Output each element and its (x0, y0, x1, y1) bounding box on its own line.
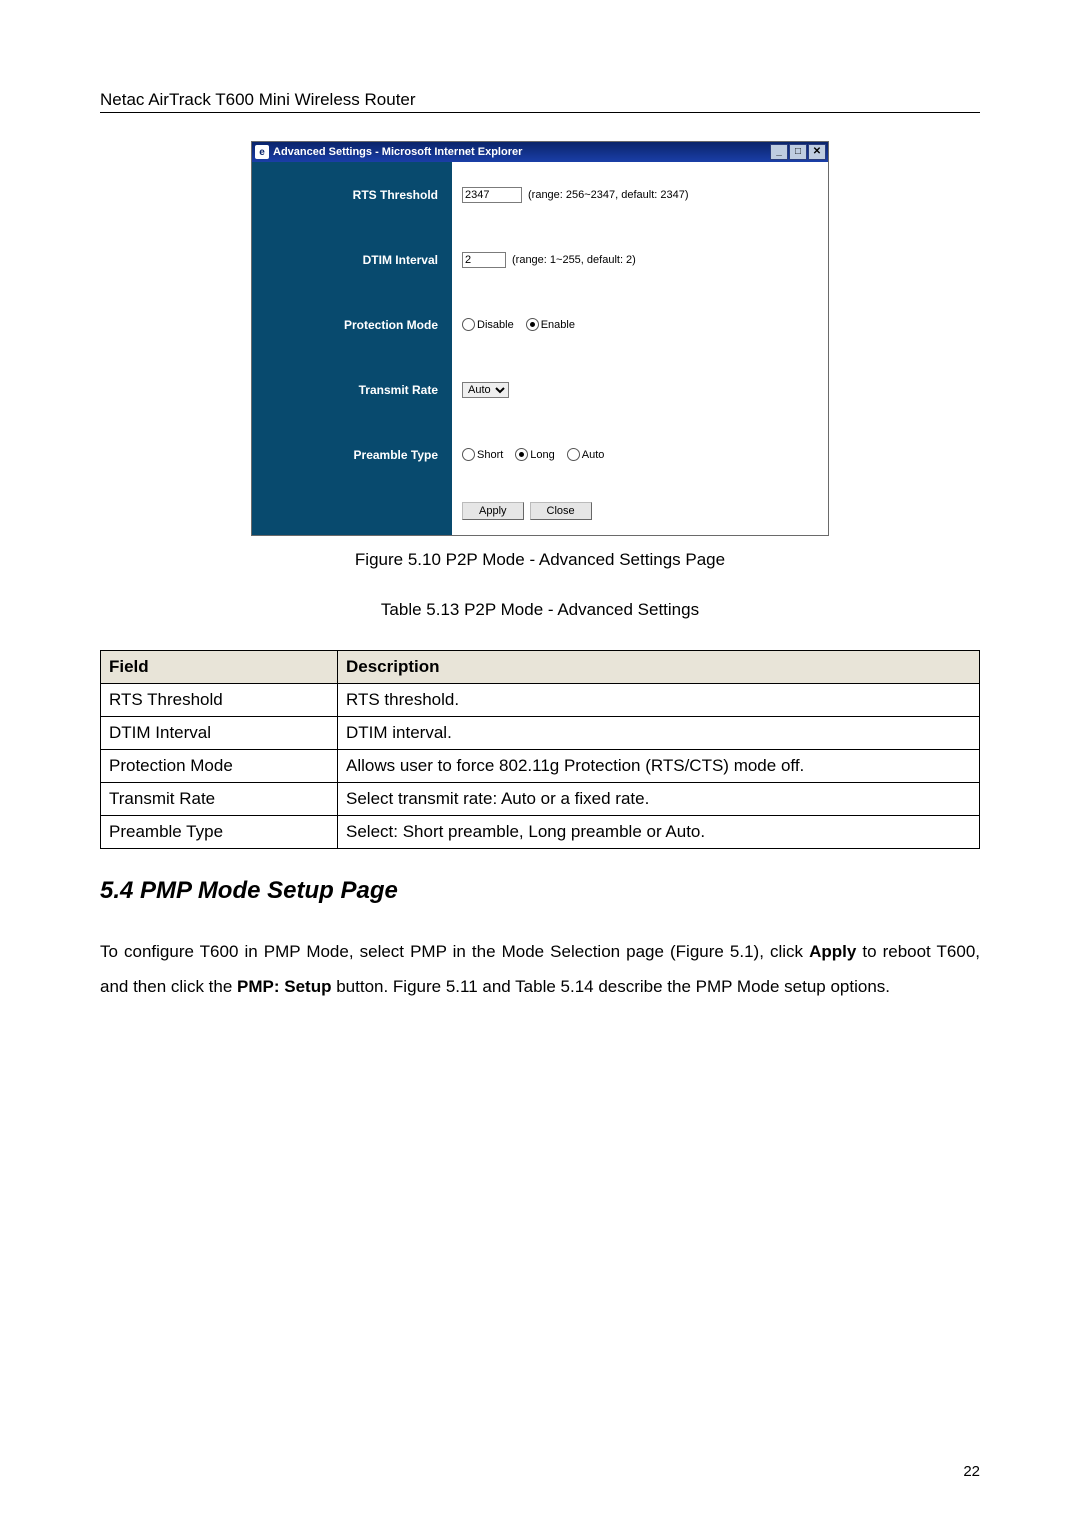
table-head-description: Description (338, 651, 980, 684)
figure-caption: Figure 5.10 P2P Mode - Advanced Settings… (100, 550, 980, 570)
table-cell-field: Protection Mode (101, 750, 338, 783)
radio-icon (462, 318, 475, 331)
table-caption: Table 5.13 P2P Mode - Advanced Settings (100, 600, 980, 620)
page-number: 22 (963, 1463, 980, 1480)
preamble-long-option[interactable]: Long (515, 448, 554, 461)
transmit-rate-label: Transmit Rate (252, 357, 452, 422)
table-cell-field: Preamble Type (101, 816, 338, 849)
advanced-settings-table: Field Description RTS Threshold RTS thre… (100, 650, 980, 849)
preamble-type-label: Preamble Type (252, 422, 452, 487)
paragraph-text: button. Figure 5.11 and Table 5.14 descr… (331, 977, 890, 996)
preamble-auto-text: Auto (582, 449, 605, 461)
protection-enable-option[interactable]: Enable (526, 318, 575, 331)
table-row: Transmit Rate Select transmit rate: Auto… (101, 783, 980, 816)
advanced-settings-window: e Advanced Settings - Microsoft Internet… (251, 141, 829, 536)
table-row: DTIM Interval DTIM interval. (101, 717, 980, 750)
rts-threshold-label: RTS Threshold (252, 162, 452, 227)
table-cell-description: Select: Short preamble, Long preamble or… (338, 816, 980, 849)
rts-threshold-input[interactable] (462, 187, 522, 203)
button-row-label (252, 487, 452, 535)
table-cell-description: Select transmit rate: Auto or a fixed ra… (338, 783, 980, 816)
preamble-auto-option[interactable]: Auto (567, 448, 605, 461)
table-head-field: Field (101, 651, 338, 684)
table-row: RTS Threshold RTS threshold. (101, 684, 980, 717)
radio-icon (462, 448, 475, 461)
transmit-rate-select[interactable]: Auto (462, 382, 509, 398)
window-title: Advanced Settings - Microsoft Internet E… (273, 146, 522, 158)
body-paragraph: To configure T600 in PMP Mode, select PM… (100, 935, 980, 1005)
dtim-interval-input[interactable] (462, 252, 506, 268)
paragraph-strong: Apply (809, 942, 856, 961)
protection-mode-label: Protection Mode (252, 292, 452, 357)
close-window-button[interactable]: ✕ (808, 144, 826, 160)
minimize-button[interactable]: _ (770, 144, 788, 160)
close-button[interactable]: Close (530, 502, 592, 520)
rts-threshold-hint: (range: 256~2347, default: 2347) (528, 189, 689, 201)
table-cell-description: DTIM interval. (338, 717, 980, 750)
ie-icon: e (255, 145, 269, 159)
page-header: Netac AirTrack T600 Mini Wireless Router (100, 90, 980, 113)
radio-icon (567, 448, 580, 461)
dtim-interval-label: DTIM Interval (252, 227, 452, 292)
preamble-short-text: Short (477, 449, 503, 461)
table-cell-field: RTS Threshold (101, 684, 338, 717)
protection-enable-text: Enable (541, 319, 575, 331)
preamble-short-option[interactable]: Short (462, 448, 503, 461)
table-cell-field: Transmit Rate (101, 783, 338, 816)
protection-disable-text: Disable (477, 319, 514, 331)
table-row: Preamble Type Select: Short preamble, Lo… (101, 816, 980, 849)
table-cell-field: DTIM Interval (101, 717, 338, 750)
window-titlebar: e Advanced Settings - Microsoft Internet… (252, 142, 828, 162)
window-controls: _ □ ✕ (770, 144, 826, 160)
preamble-long-text: Long (530, 449, 554, 461)
paragraph-text: To configure T600 in PMP Mode, select PM… (100, 942, 809, 961)
table-cell-description: RTS threshold. (338, 684, 980, 717)
protection-disable-option[interactable]: Disable (462, 318, 514, 331)
table-row: Protection Mode Allows user to force 802… (101, 750, 980, 783)
dtim-interval-hint: (range: 1~255, default: 2) (512, 254, 636, 266)
radio-icon (526, 318, 539, 331)
table-cell-description: Allows user to force 802.11g Protection … (338, 750, 980, 783)
apply-button[interactable]: Apply (462, 502, 524, 520)
section-heading: 5.4 PMP Mode Setup Page (100, 877, 980, 905)
maximize-button[interactable]: □ (789, 144, 807, 160)
radio-icon (515, 448, 528, 461)
paragraph-strong: PMP: Setup (237, 977, 331, 996)
